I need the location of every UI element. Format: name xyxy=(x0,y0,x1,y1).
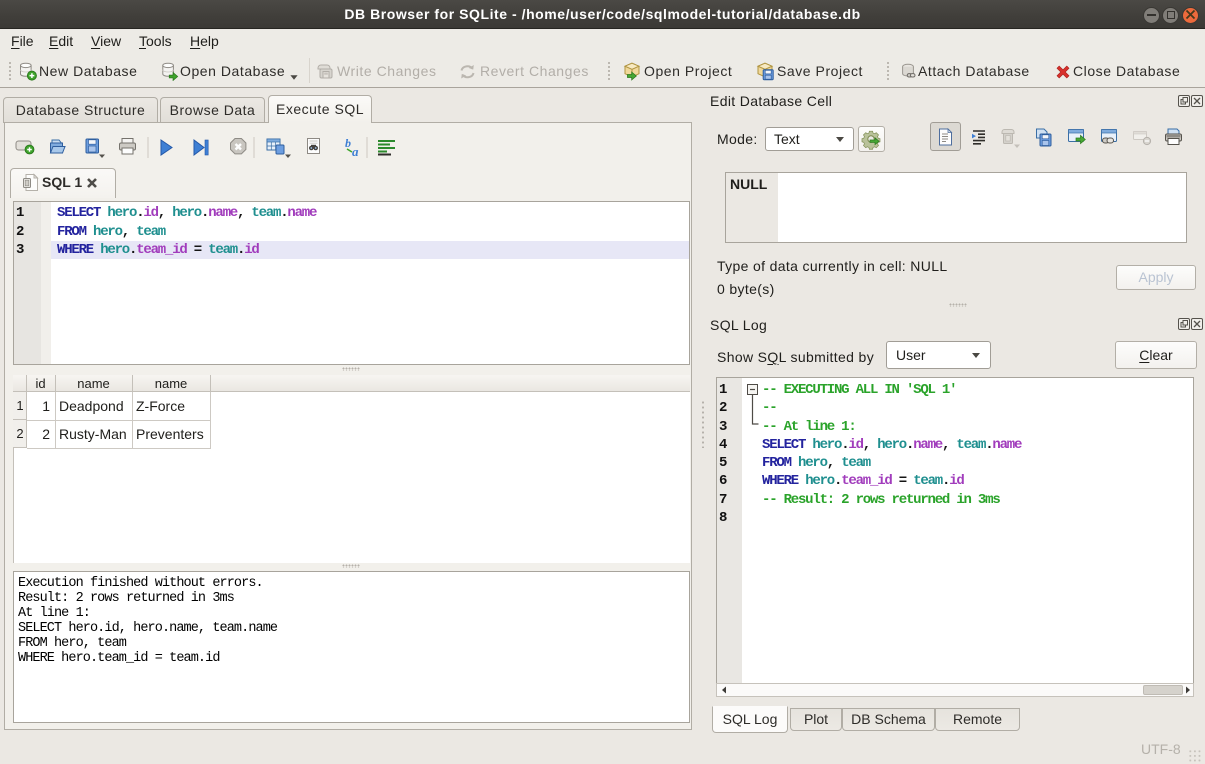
svg-text:a: a xyxy=(352,144,359,159)
svg-text:b: b xyxy=(345,136,351,150)
